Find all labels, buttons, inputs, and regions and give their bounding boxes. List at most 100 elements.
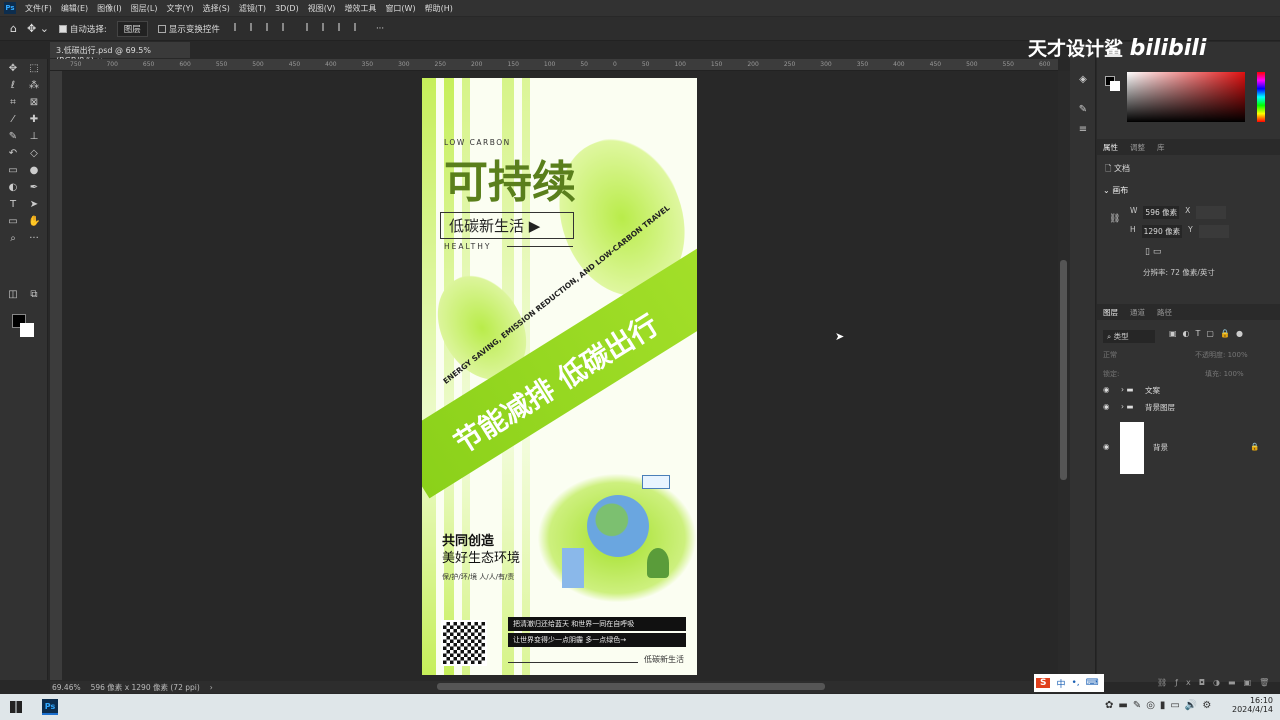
magic-wand-icon[interactable]: ⁂ [28,80,40,92]
home-icon[interactable]: ⌂ [10,22,17,35]
fill-label: 填充: [1205,370,1222,378]
more-options-button[interactable]: ··· [376,24,384,34]
stamp-tool-icon[interactable]: ⊥ [28,131,40,143]
keyboard-icon[interactable]: ⌨ [1086,678,1099,688]
screen-mode-icon[interactable]: ⧉ [28,289,40,301]
marquee-tool-icon[interactable]: ⬚ [28,63,40,75]
frame-tool-icon[interactable]: ⊠ [28,97,40,109]
tab-layers[interactable]: 图层 [1103,307,1118,318]
brush-tool-icon[interactable]: ✎ [7,131,19,143]
pen-tool-icon[interactable]: ✒ [28,182,40,194]
clock[interactable]: 16:10 2024/4/14 [1232,696,1273,714]
layer-action-icons[interactable]: ⛓ƒx◘◑▬▣🗑 [1157,678,1277,687]
menu-edit[interactable]: 编辑(E) [61,3,88,14]
orientation-buttons[interactable]: ▯ ▭ [1145,247,1161,257]
ruler-tick: 450 [929,61,942,68]
system-tray-icons[interactable]: ✿▬✎◎▮▭🔊⚙ [1105,700,1216,711]
brush-settings-icon[interactable]: ✎ [1077,104,1089,116]
footer-rule [508,662,638,663]
adjustments-icon[interactable]: ≡ [1077,124,1089,136]
y-field[interactable] [1198,225,1229,238]
hand-tool-icon[interactable]: ✋ [28,216,40,228]
history-panel-icon[interactable]: ◈ [1077,74,1089,86]
blur-tool-icon[interactable]: ● [28,165,40,177]
document-tab[interactable]: 3.低碳出行.psd @ 69.5%(RGB/8#) × [50,42,190,65]
width-field[interactable]: 596 像素 [1143,206,1180,219]
menu-image[interactable]: 图像(I) [97,3,122,14]
visibility-eye-icon[interactable]: ◉ [1103,385,1110,394]
path-select-icon[interactable]: ➤ [28,199,40,211]
opacity-field[interactable]: 100% [1228,351,1248,359]
x-field[interactable] [1196,206,1227,219]
move-tool-icon[interactable]: ✥ ⌄ [27,22,49,35]
photoshop-logo[interactable]: Ps [4,2,16,14]
footer-text: 低碳新生活 [644,655,684,664]
photoshop-taskbar-icon[interactable]: Ps [42,699,58,715]
menu-window[interactable]: 窗口(W) [385,3,415,14]
crop-tool-icon[interactable]: ⌗ [7,97,19,109]
poster-document[interactable]: LOW CARBON 可持续 低碳新生活 ▶ HEALTHY 节能减排 低碳出行… [422,78,697,675]
link-dimensions-icon[interactable]: ⛓ [1109,214,1120,224]
hue-slider[interactable] [1257,72,1265,122]
layer-row[interactable]: ◉ 背景 🔒 [1097,420,1280,476]
height-field[interactable]: 1290 像素 [1141,225,1183,238]
tab-libraries[interactable]: 库 [1157,142,1165,153]
vertical-ruler[interactable] [50,71,62,680]
ime-language[interactable]: 中 [1056,677,1065,690]
healing-brush-icon[interactable]: ✚ [28,114,40,126]
quick-mask-icon[interactable]: ◫ [7,289,19,301]
lasso-tool-icon[interactable]: ℓ [7,80,19,92]
horizontal-ruler[interactable]: 750 700 650 600 550 500 450 400 350 300 250 200 150 1… [50,59,1058,71]
layer-row[interactable]: ◉ › ▬ 背景图层 [1097,402,1280,418]
history-brush-icon[interactable]: ↶ [7,148,19,160]
show-transform-checkbox[interactable]: 显示变换控件 [157,23,220,35]
move-tool-icon[interactable]: ✥ [7,63,19,75]
visibility-eye-icon[interactable]: ◉ [1103,442,1110,451]
menu-type[interactable]: 文字(Y) [166,3,193,14]
layer-filter-dropdown[interactable]: ⌕ 类型 [1103,330,1155,343]
menu-3d[interactable]: 3D(D) [275,4,299,13]
menu-view[interactable]: 视图(V) [308,3,336,14]
layer-row[interactable]: ◉ › ▬ 文案 [1097,385,1280,401]
tab-paths[interactable]: 路径 [1157,307,1172,318]
auto-select-dropdown[interactable]: 图层 [116,20,148,37]
ime-punctuation[interactable]: •, [1072,678,1080,688]
layer-filter-icons[interactable]: ▣◐T▢🔒● [1169,329,1249,338]
eyedropper-icon[interactable]: ⁄ [7,114,19,126]
slogan-line-1: 把清澈归还给蓝天 和世界一同在自呼吸 [508,617,686,631]
tab-adjustments[interactable]: 调整 [1130,142,1145,153]
background-color-swatch[interactable] [20,323,34,337]
align-buttons[interactable] [230,23,366,34]
vertical-scroll-thumb[interactable] [1060,260,1067,480]
gradient-tool-icon[interactable]: ▭ [7,165,19,177]
more-tools-icon[interactable]: ··· [28,233,40,245]
tab-properties[interactable]: 属性 [1103,142,1118,153]
menu-plugins[interactable]: 增效工具 [344,3,376,14]
windows-start-icon[interactable] [10,701,22,713]
blend-mode-dropdown[interactable]: 正常 [1103,350,1117,360]
canvas-section[interactable]: ⌄ 画布 [1103,185,1128,196]
tab-channels[interactable]: 通道 [1130,307,1145,318]
zoom-tool-icon[interactable]: ⌕ [7,233,19,245]
menu-layer[interactable]: 图层(L) [131,3,158,14]
menu-help[interactable]: 帮助(H) [425,3,453,14]
zoom-level[interactable]: 69.46% [52,683,81,692]
shape-tool-icon[interactable]: ▭ [7,216,19,228]
type-tool-icon[interactable]: T [7,199,19,211]
horizontal-scroll-thumb[interactable] [437,683,825,690]
fill-field[interactable]: 100% [1224,370,1244,378]
eraser-icon[interactable]: ◇ [28,148,40,160]
healthy-rule [507,246,573,247]
background-color-mini[interactable] [1110,81,1120,91]
dodge-tool-icon[interactable]: ◐ [7,182,19,194]
landscape-icon[interactable]: ▭ [1153,247,1162,257]
auto-select-checkbox[interactable]: 自动选择: [58,23,107,35]
visibility-eye-icon[interactable]: ◉ [1103,402,1110,411]
menu-filter[interactable]: 滤镜(T) [239,3,266,14]
portrait-icon[interactable]: ▯ [1145,247,1150,257]
color-picker-field[interactable] [1127,72,1245,122]
menu-file[interactable]: 文件(F) [25,3,52,14]
menu-select[interactable]: 选择(S) [203,3,230,14]
status-menu-arrow[interactable]: › [210,683,213,692]
sogou-logo[interactable]: S [1036,678,1051,688]
